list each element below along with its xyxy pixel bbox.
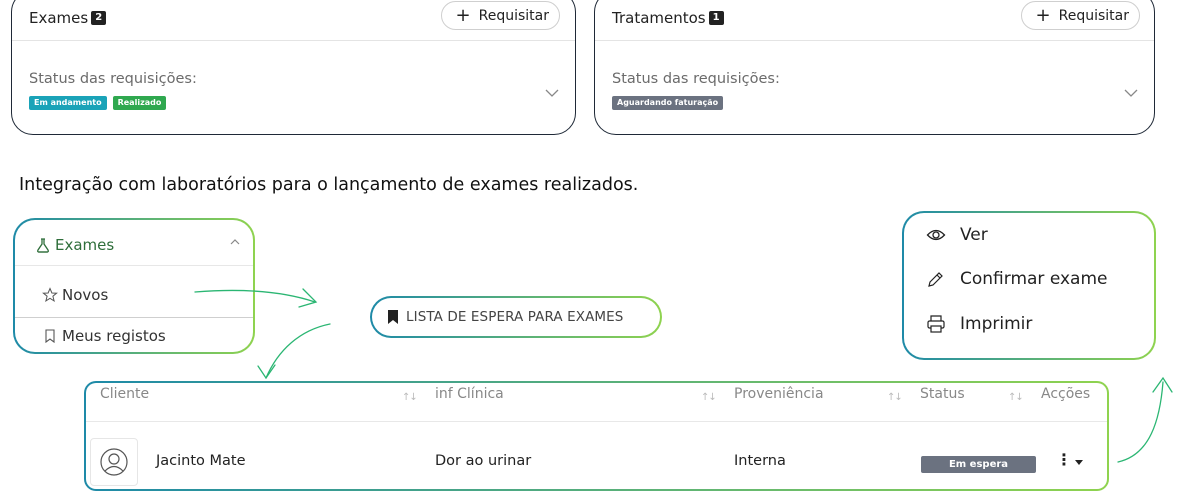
- menu-section-exames[interactable]: Exames: [15, 224, 253, 266]
- tratamentos-status-label: Status das requisições:: [612, 71, 780, 87]
- requisitar-label: Requisitar: [1058, 7, 1129, 24]
- exames-status-tags: Em andamento Realizado: [29, 96, 167, 110]
- arrow-list-to-table: [265, 323, 331, 379]
- tratamentos-title-text: Tratamentos: [612, 9, 706, 27]
- bookmark-filled-icon: [388, 310, 398, 324]
- exames-card-title: Exames 2: [29, 9, 107, 27]
- chevron-down-icon[interactable]: [544, 85, 560, 101]
- exames-count-badge: 2: [91, 11, 107, 25]
- requisitar-label: Requisitar: [478, 7, 549, 24]
- flask-icon: [37, 237, 49, 253]
- action-imprimir-label: Imprimir: [960, 314, 1033, 334]
- bookmark-icon: [45, 329, 55, 344]
- tratamentos-count-badge: 1: [708, 11, 724, 25]
- column-header-accoes: Acções: [1041, 386, 1091, 402]
- column-header-cliente[interactable]: Cliente: [100, 386, 149, 402]
- star-icon: [42, 286, 58, 302]
- pencil-icon: [928, 272, 943, 287]
- cell-proveniencia: Interna: [734, 453, 786, 469]
- exames-menu: Exames Novos Meus registos: [13, 218, 255, 354]
- menu-item-novos-label: Novos: [62, 285, 109, 304]
- exames-card-header: Exames 2 + Requisitar: [12, 1, 575, 41]
- table-header-divider: [86, 421, 1107, 422]
- action-confirmar-exame-label: Confirmar exame: [960, 269, 1108, 289]
- waiting-list-table: Cliente ↑↓ inf Clínica ↑↓ Proveniência ↑…: [84, 381, 1109, 491]
- printer-icon: [927, 315, 945, 333]
- kebab-menu-icon[interactable]: ⋮: [1056, 452, 1072, 468]
- actions-menu: Ver Confirmar exame Imprimir: [902, 211, 1156, 360]
- action-ver[interactable]: Ver: [926, 225, 988, 245]
- chevron-up-icon[interactable]: [229, 236, 241, 248]
- tratamentos-card: Tratamentos 1 + Requisitar Status das re…: [594, 0, 1155, 135]
- tratamentos-card-header: Tratamentos 1 + Requisitar: [595, 1, 1154, 41]
- waiting-list-title: LISTA DE ESPERA PARA EXAMES: [370, 296, 662, 338]
- status-tag-em-andamento: Em andamento: [29, 96, 107, 110]
- arrowhead: [298, 288, 318, 308]
- sort-icon[interactable]: ↑↓: [402, 392, 418, 403]
- exames-card: Exames 2 + Requisitar Status das requisi…: [11, 0, 576, 135]
- action-ver-label: Ver: [960, 225, 988, 245]
- action-imprimir[interactable]: Imprimir: [926, 314, 1032, 334]
- tratamentos-card-title: Tratamentos 1: [612, 9, 724, 27]
- integration-description: Integração com laboratórios para o lança…: [19, 175, 639, 195]
- cell-cliente: Jacinto Mate: [156, 453, 246, 469]
- plus-icon: +: [455, 4, 471, 26]
- status-tag-realizado: Realizado: [112, 96, 167, 110]
- sort-icon[interactable]: ↑↓: [701, 392, 717, 403]
- status-tag-aguardando-faturacao: Aguardando faturação: [612, 96, 724, 110]
- arrow-kebab-to-actions: [1117, 381, 1164, 463]
- exames-requisitar-button[interactable]: + Requisitar: [440, 1, 560, 30]
- sort-icon[interactable]: ↑↓: [1008, 392, 1024, 403]
- arrowhead: [1152, 376, 1173, 393]
- menu-item-meus-registos-label: Meus registos: [62, 327, 166, 345]
- menu-section-label: Exames: [55, 235, 115, 254]
- menu-item-meus-registos[interactable]: Meus registos: [15, 318, 253, 352]
- column-header-inf-clinica[interactable]: inf Clínica: [435, 386, 504, 402]
- caret-down-icon[interactable]: [1075, 460, 1083, 465]
- exames-status-label: Status das requisições:: [29, 71, 197, 87]
- user-avatar-icon: [100, 448, 128, 476]
- avatar: [90, 438, 138, 486]
- eye-icon: [926, 229, 946, 241]
- exames-title-text: Exames: [29, 9, 89, 27]
- waiting-list-title-text: LISTA DE ESPERA PARA EXAMES: [406, 309, 624, 325]
- menu-item-novos[interactable]: Novos: [15, 272, 253, 318]
- column-header-proveniencia[interactable]: Proveniência: [734, 386, 824, 402]
- cell-inf-clinica: Dor ao urinar: [435, 453, 532, 469]
- arrowhead: [257, 364, 276, 380]
- sort-icon[interactable]: ↑↓: [887, 392, 903, 403]
- action-confirmar-exame[interactable]: Confirmar exame: [926, 269, 1107, 289]
- column-header-status[interactable]: Status: [920, 386, 965, 402]
- plus-icon: +: [1035, 4, 1051, 26]
- status-badge: Em espera: [921, 456, 1036, 473]
- chevron-down-icon[interactable]: [1123, 85, 1139, 101]
- tratamentos-status-tags: Aguardando faturação: [612, 96, 724, 110]
- tratamentos-requisitar-button[interactable]: + Requisitar: [1020, 1, 1140, 30]
